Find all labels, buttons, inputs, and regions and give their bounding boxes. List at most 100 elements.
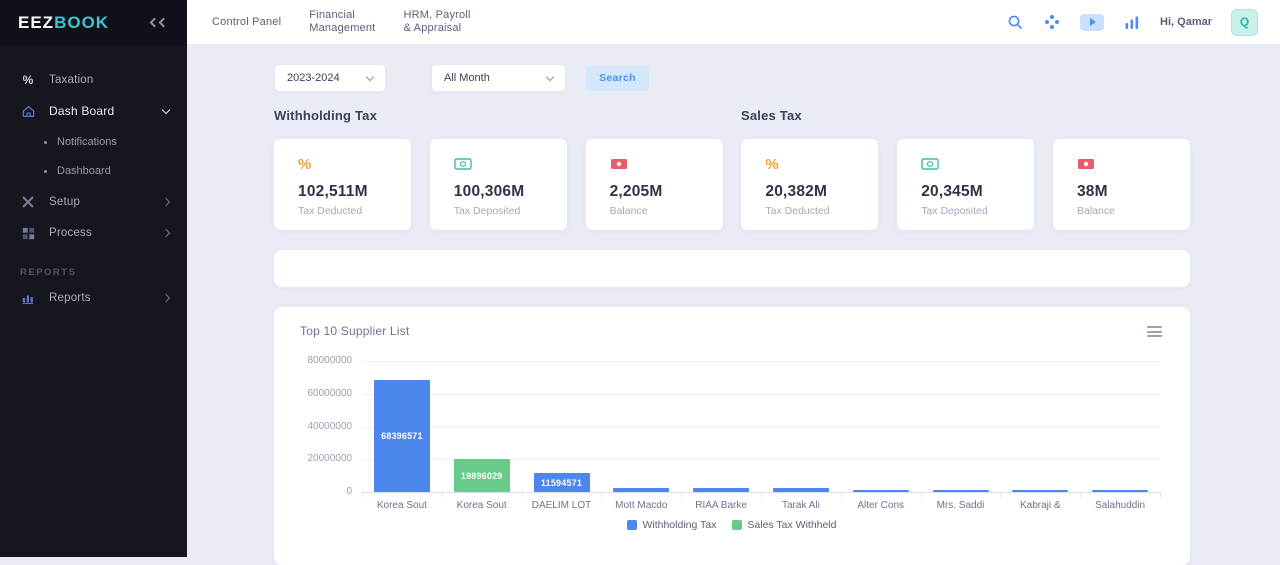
chart-x-axis: Korea SoutKorea SoutDAELIM LOTMott Macdo… (362, 500, 1160, 514)
sidebar-item-taxation[interactable]: % Taxation (0, 66, 187, 94)
sidebar-item-process[interactable]: Process (0, 219, 187, 247)
x-tick-label: Mott Macdo (601, 500, 681, 511)
gridline (362, 394, 1160, 395)
sidebar-section-reports: REPORTS (0, 267, 187, 278)
search-button[interactable]: Search (586, 66, 649, 91)
chevron-down-icon (546, 72, 554, 80)
gridline (362, 361, 1160, 362)
legend-swatch (627, 520, 637, 530)
x-tick-label: Salahuddin (1080, 500, 1160, 511)
chevron-down-icon (366, 72, 374, 80)
chart-title: Top 10 Supplier List (300, 324, 409, 338)
chevron-left-icon (159, 18, 169, 28)
sidebar-collapse-icon[interactable] (147, 15, 171, 30)
stats-bars-icon[interactable] (1123, 13, 1141, 31)
x-tick-label: Mrs. Saddi (921, 500, 1001, 511)
search-icon[interactable] (1006, 13, 1024, 31)
x-tick-mark (1000, 492, 1001, 497)
user-greeting: Hi, Qamar (1160, 16, 1212, 28)
chart-bar[interactable] (773, 488, 829, 492)
chart-bar[interactable]: 19896029 (454, 459, 510, 492)
card-value: 102,511M (298, 183, 397, 201)
card-value: 20,382M (765, 183, 864, 201)
card-label: Tax Deposited (454, 205, 553, 217)
chart-menu-icon[interactable] (1147, 326, 1162, 340)
legend-label: Withholding Tax (642, 519, 716, 531)
card-wht-deducted: % 102,511M Tax Deducted (274, 139, 411, 230)
x-tick-mark (442, 492, 443, 497)
year-select[interactable]: 2023-2024 (274, 64, 386, 92)
sidebar-item-dashboard-group[interactable]: Dash Board (0, 97, 187, 125)
banknote-solid-icon (1077, 155, 1176, 173)
x-tick-label: RIAA Barke (681, 500, 761, 511)
stat-cards-row: % 102,511M Tax Deducted 100,306M Tax Dep… (274, 139, 1190, 230)
chart-bar[interactable]: 68396571 (374, 380, 430, 492)
legend-item[interactable]: Withholding Tax (627, 519, 716, 531)
banknote-outline-icon (921, 155, 1020, 173)
percent-icon: % (20, 72, 36, 88)
apps-dots-icon[interactable] (1043, 13, 1061, 31)
x-tick-mark (601, 492, 602, 497)
chart-legend: Withholding Tax Sales Tax Withheld (274, 519, 1190, 531)
chart-bar[interactable]: 11594571 (534, 473, 590, 492)
chart-bar[interactable] (1092, 490, 1148, 492)
banknote-solid-icon (610, 155, 709, 173)
banknote-outline-icon (454, 155, 553, 173)
app-logo: EEZBOOK (18, 13, 109, 33)
section-titles: Withholding Tax Sales Tax (274, 108, 1190, 128)
nav-financial-management[interactable]: Financial Management (309, 9, 375, 35)
card-label: Balance (1077, 205, 1176, 217)
legend-swatch (732, 520, 742, 530)
chart-plot-area: 68396571 19896029 11594571 (362, 361, 1160, 492)
y-tick-label: 20000000 (294, 453, 352, 464)
nav-hrm-payroll[interactable]: HRM, Payroll & Appraisal (403, 9, 470, 35)
sidebar-item-label: Reports (49, 292, 91, 304)
chevron-down-icon (162, 105, 170, 113)
sidebar-item-notifications[interactable]: Notifications (0, 128, 187, 156)
x-tick-mark (841, 492, 842, 497)
y-tick-label: 80000000 (294, 355, 352, 366)
x-tick-label: Kabraji & (1000, 500, 1080, 511)
chart-bar[interactable] (853, 490, 909, 492)
card-wht-balance: 2,205M Balance (586, 139, 723, 230)
chart-bar[interactable] (1012, 490, 1068, 492)
card-label: Tax Deducted (765, 205, 864, 217)
card-label: Tax Deposited (921, 205, 1020, 217)
month-select-value: All Month (444, 72, 490, 84)
sales-tax-title: Sales Tax (741, 108, 802, 123)
legend-item[interactable]: Sales Tax Withheld (732, 519, 836, 531)
empty-panel (274, 250, 1190, 287)
legend-label: Sales Tax Withheld (747, 519, 836, 531)
play-triangle (1090, 18, 1096, 26)
sidebar-item-setup[interactable]: Setup (0, 188, 187, 216)
x-tick-mark (1080, 492, 1081, 497)
bullet-icon (44, 141, 47, 144)
card-wht-deposited: 100,306M Tax Deposited (430, 139, 567, 230)
nav-control-panel[interactable]: Control Panel (212, 16, 281, 29)
logo-primary: EEZ (18, 13, 54, 32)
tools-icon (20, 194, 36, 210)
sidebar-item-reports[interactable]: Reports (0, 284, 187, 312)
grid-icon (20, 225, 36, 241)
chart-bar[interactable] (693, 488, 749, 492)
chevron-right-icon (162, 294, 170, 302)
sidebar-subitem-label: Notifications (57, 136, 117, 148)
y-tick-label: 60000000 (294, 388, 352, 399)
sidebar-item-dashboard[interactable]: Dashboard (0, 157, 187, 185)
x-tick-label: Korea Sout (362, 500, 442, 511)
sidebar-item-label: Setup (49, 196, 80, 208)
card-value: 100,306M (454, 183, 553, 201)
chart-bar[interactable] (613, 488, 669, 492)
card-value: 2,205M (610, 183, 709, 201)
x-tick-mark (1160, 492, 1161, 497)
sidebar-item-label: Dash Board (49, 104, 114, 118)
gridline (362, 427, 1160, 428)
chart-bar[interactable] (933, 490, 989, 492)
x-tick-label: Tarak Ali (761, 500, 841, 511)
month-select[interactable]: All Month (431, 64, 566, 92)
play-button-icon[interactable] (1080, 14, 1104, 31)
avatar[interactable]: Q (1231, 9, 1258, 36)
bullet-icon (44, 170, 47, 173)
card-st-balance: 38M Balance (1053, 139, 1190, 230)
home-icon (20, 103, 36, 119)
